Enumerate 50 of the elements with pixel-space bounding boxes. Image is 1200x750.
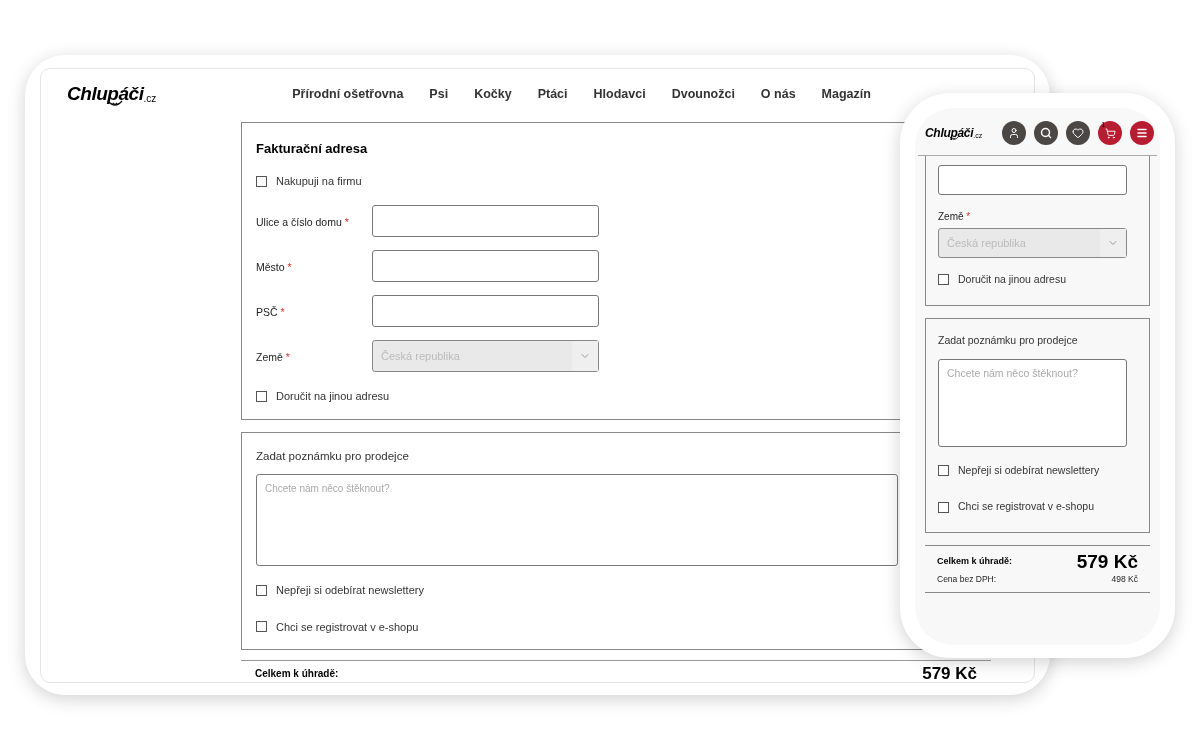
checkbox-label: Doručit na jinou adresu [958, 272, 1066, 287]
field-label: Země * [938, 210, 972, 224]
text-field[interactable] [372, 295, 599, 328]
nav-link[interactable]: Magazín [821, 84, 871, 104]
field-label: Město * [256, 261, 292, 274]
note-field[interactable]: Chcete nám něco štěknout? [256, 474, 898, 566]
net-price-label: Cena bez DPH: [937, 573, 997, 586]
checkbox[interactable] [938, 501, 949, 513]
total-label: Celkem k úhradě: [255, 667, 339, 681]
checkbox[interactable] [938, 464, 949, 476]
text-field[interactable] [372, 250, 599, 283]
user-icon [1008, 127, 1021, 139]
field-label: Země * [256, 351, 290, 364]
nav-link[interactable]: Psi [429, 84, 449, 104]
nav-link[interactable]: Hlodavci [593, 84, 646, 104]
account-button[interactable] [1002, 121, 1027, 145]
checkbox[interactable] [256, 391, 267, 402]
checkbox-label: Nakupuji na firmu [276, 173, 362, 189]
checkbox-label: Doručit na jinou adresu [276, 389, 390, 405]
nav-link[interactable]: Přírodní ošetřovna [292, 84, 404, 104]
cart-icon [1104, 127, 1116, 139]
checkbox-label: Chci se registrovat v e-shopu [276, 619, 419, 635]
total-label: Celkem k úhradě: [937, 554, 1013, 568]
checkbox-label: Chci se registrovat v e-shopu [958, 499, 1094, 515]
section-title: Zadat poznámku pro prodejce [256, 448, 410, 464]
menu-button[interactable] [1130, 121, 1155, 145]
checkbox[interactable] [256, 584, 267, 596]
nav-link[interactable]: Dvounožci [671, 84, 735, 104]
nav-link[interactable]: Ptáci [537, 84, 568, 104]
field-label: PSČ * [256, 306, 285, 319]
field-label: Ulice a číslo domu * [256, 216, 349, 229]
text-field[interactable] [938, 165, 1127, 195]
search-button[interactable] [1034, 121, 1059, 145]
nav-link[interactable]: Kočky [474, 84, 512, 104]
total-amount: 579 Kč [922, 665, 977, 682]
wishlist-button[interactable] [1066, 121, 1091, 145]
checkbox-label: Nepřeji si odebírat newslettery [958, 462, 1100, 478]
section-title: Fakturační adresa [256, 140, 369, 159]
checkbox[interactable] [938, 274, 949, 286]
nav-link[interactable]: O nás [760, 84, 796, 104]
menu-icon [1136, 127, 1149, 139]
net-price: 498 Kč [1111, 573, 1138, 586]
checkbox[interactable] [256, 621, 267, 633]
text-field[interactable] [372, 205, 599, 238]
total-amount: 579 Kč [1076, 552, 1138, 571]
checkbox-label: Nepřeji si odebírat newslettery [276, 583, 424, 598]
search-icon [1040, 127, 1053, 139]
note-field[interactable]: Chcete nám něco štěknout? [938, 358, 1127, 447]
section-title: Zadat poznámku pro prodejce [938, 332, 1079, 348]
checkbox[interactable] [256, 175, 267, 187]
